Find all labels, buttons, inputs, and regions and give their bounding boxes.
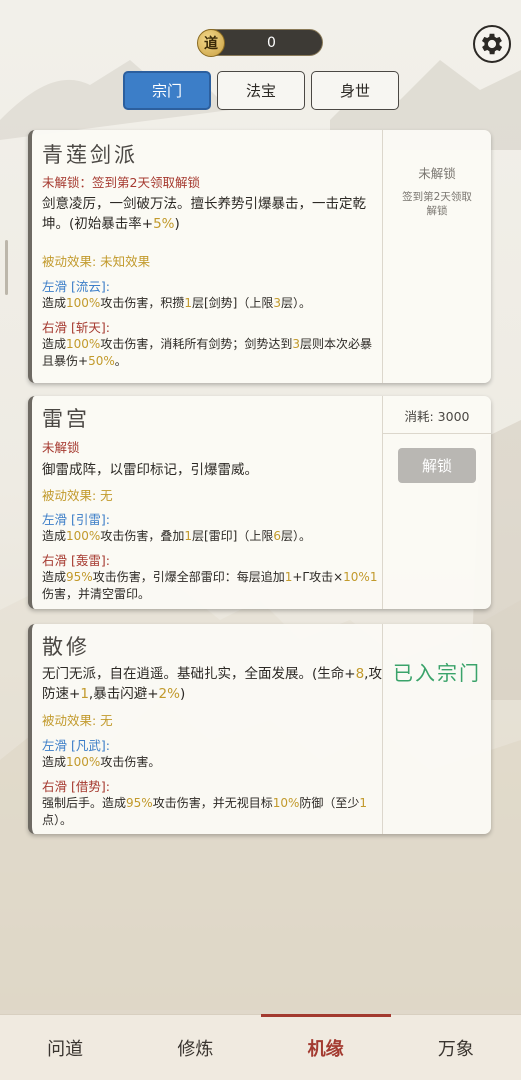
sect-title: 青莲剑派	[42, 143, 138, 167]
dao-count: 0	[267, 35, 276, 51]
unlock-status: 未解锁	[418, 166, 456, 181]
unlock-cost: 消耗: 3000	[404, 409, 470, 424]
passive-effect: 被动效果: 未知效果	[42, 254, 151, 269]
sect-card-sanxiu[interactable]: 散修 无门无派，自在逍遥。基础扎实，全面发展。(生命+8,攻防速+1,暴击闪避+…	[28, 624, 491, 834]
tab-background[interactable]: 身世	[311, 71, 399, 110]
joined-status: 已入宗门	[393, 661, 481, 685]
nav-wanxiang[interactable]: 万象	[391, 1015, 521, 1080]
right-swipe-label: 右滑 [轰雷]:	[42, 553, 110, 568]
category-tabs: 宗门 法宝 身世	[123, 71, 399, 110]
right-swipe-effect: 造成100%攻击伤害，消耗所有剑势；剑势达到3层则本次必暴且暴伤+50%。	[42, 337, 372, 368]
left-swipe-effect: 造成100%攻击伤害，叠加1层[雷印]（上限6层）。	[42, 529, 312, 543]
right-swipe-label: 右滑 [斩天]:	[42, 320, 110, 335]
gear-icon	[481, 33, 503, 55]
right-swipe-effect: 强制后手。造成95%攻击伤害，并无视目标10%防御（至少1点）。	[42, 796, 368, 827]
nav-jiyuan[interactable]: 机缘	[260, 1014, 392, 1080]
sect-card-qinglian[interactable]: 青莲剑派 未解锁：签到第2天领取解锁 剑意凌厉，一剑破万法。擅长养势引爆暴击，一…	[28, 130, 491, 383]
left-swipe-label: 左滑 [凡武]:	[42, 738, 110, 753]
settings-button[interactable]	[473, 25, 511, 63]
passive-effect: 被动效果: 无	[42, 488, 113, 503]
nav-xiulian[interactable]: 修炼	[130, 1015, 260, 1080]
sect-side-panel: 消耗: 3000 解锁	[382, 396, 491, 609]
bottom-navigation: 问道 修炼 机缘 万象	[0, 1014, 521, 1080]
sect-description: 御雷成阵，以雷印标记，引爆雷威。	[42, 462, 258, 478]
sect-description: 剑意凌厉，一剑破万法。擅长养势引爆暴击，一击定乾坤。(初始暴击率+5%)	[42, 196, 366, 232]
left-swipe-effect: 造成100%攻击伤害。	[42, 755, 161, 769]
nav-wendao[interactable]: 问道	[0, 1015, 130, 1080]
sect-title: 散修	[42, 635, 90, 659]
right-swipe-label: 右滑 [借势]:	[42, 779, 110, 794]
sect-status: 未解锁：签到第2天领取解锁	[42, 175, 200, 190]
left-swipe-effect: 造成100%攻击伤害，积攒1层[剑势]（上限3层）。	[42, 296, 312, 310]
dao-coin-icon: 道	[197, 29, 225, 57]
sect-side-panel: 已入宗门	[382, 624, 491, 834]
left-swipe-label: 左滑 [引雷]:	[42, 512, 110, 527]
sect-side-panel: 未解锁 签到第2天领取解锁	[382, 130, 491, 383]
tab-treasure[interactable]: 法宝	[217, 71, 305, 110]
sect-card-leigong[interactable]: 雷宫 未解锁 御雷成阵，以雷印标记，引爆雷威。 被动效果: 无 左滑 [引雷]:…	[28, 396, 491, 609]
dao-currency-display: 道 0	[197, 29, 323, 57]
right-swipe-effect: 造成95%攻击伤害，引爆全部雷印：每层追加1+Γ攻击×10%1伤害，并清空雷印。	[42, 570, 378, 601]
sect-title: 雷宫	[42, 407, 90, 431]
scroll-indicator	[5, 240, 8, 295]
passive-effect: 被动效果: 无	[42, 713, 113, 728]
unlock-hint: 签到第2天领取解锁	[402, 191, 472, 217]
left-swipe-label: 左滑 [流云]:	[42, 279, 110, 294]
unlock-button[interactable]: 解锁	[398, 448, 476, 483]
sect-status: 未解锁	[42, 440, 80, 455]
sect-description: 无门无派，自在逍遥。基础扎实，全面发展。(生命+8,攻防速+1,暴击闪避+2%)	[42, 666, 382, 702]
tab-sect[interactable]: 宗门	[123, 71, 211, 110]
